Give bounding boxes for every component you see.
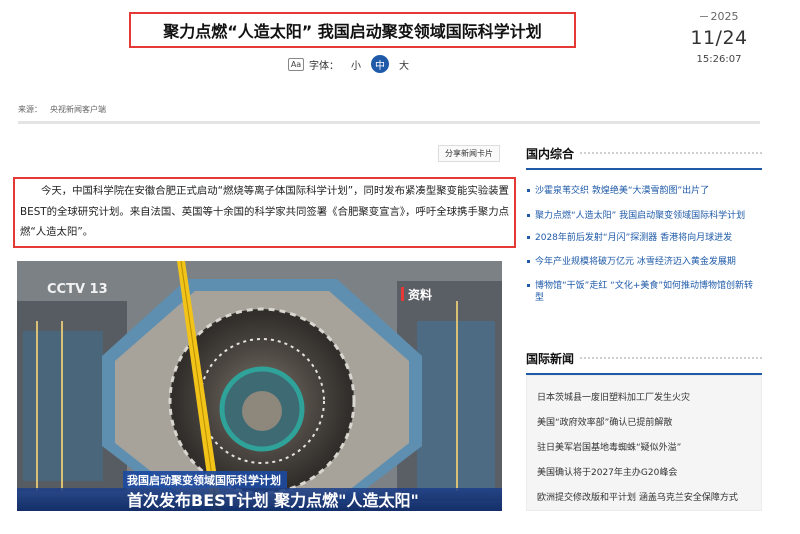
article-source: 来源： 央视新闻客户端 [18, 104, 106, 115]
sidebar-domestic-title: 国内综合 [526, 146, 575, 161]
publish-day: 11/24 [690, 27, 748, 49]
list-item[interactable]: 美国确认将于2027年主办G20峰会 [537, 467, 751, 479]
title-dotted-rule [580, 357, 762, 359]
title-dotted-rule [580, 152, 762, 154]
sidebar-international: 国际新闻 日本茨城县一废旧塑料加工厂发生火灾 美国“政府效率部”确认已提前解散 … [526, 348, 762, 511]
font-size-small[interactable]: 小 [351, 57, 361, 72]
year-dash-icon [699, 16, 708, 17]
tag-marker-icon [401, 287, 404, 301]
publish-year: 2025 [710, 10, 739, 23]
header-divider [18, 121, 760, 124]
lead-highlight-box: 今天，中国科学院在安徽合肥正式启动“燃烧等离子体国际科学计划”，同时发布紧凑型聚… [13, 177, 516, 248]
list-item[interactable]: 今年产业规模将破万亿元 冰雪经济迈入黄金发展期 [526, 256, 762, 268]
article-title: 聚力点燃“人造太阳” 我国启动聚变领域国际科学计划 [163, 22, 542, 41]
article-image: CCTV 13 资料 我国启动聚变领域国际科学计划 首次发布BEST计划 聚力点… [17, 261, 502, 511]
caption-small: 我国启动聚变领域国际科学计划 [127, 473, 281, 487]
font-size-large[interactable]: 大 [399, 57, 409, 72]
list-item[interactable]: 博物馆“干饭”走红 “文化+美食”如何推动博物馆创新转型 [526, 280, 762, 304]
font-size-icon: Aa [288, 57, 304, 71]
domestic-news-list: 沙霍泉苇交织 敦煌绝美“大漠雪韵图”出片了 聚力点燃“人造太阳” 我国启动聚变领… [526, 185, 762, 304]
article-lead: 今天，中国科学院在安徽合肥正式启动“燃烧等离子体国际科学计划”，同时发布紧凑型聚… [20, 185, 510, 238]
image-tag: 资料 [408, 287, 432, 302]
list-item[interactable]: 驻日美军岩国基地毒蜘蛛“疑似外溢” [537, 442, 751, 454]
fusion-site-photo: CCTV 13 资料 我国启动聚变领域国际科学计划 首次发布BEST计划 聚力点… [17, 261, 502, 511]
list-item[interactable]: 2028年前后发射“月闪”探测器 香港将向月球进发 [526, 232, 762, 244]
source-label: 来源： [18, 105, 42, 114]
caption-big: 首次发布BEST计划 聚力点燃"人造太阳" [127, 491, 419, 510]
international-news-box: 日本茨城县一废旧塑料加工厂发生火灾 美国“政府效率部”确认已提前解散 驻日美军岩… [526, 375, 762, 511]
share-news-card-button[interactable]: 分享新闻卡片 [438, 145, 500, 162]
list-item[interactable]: 日本茨城县一废旧塑料加工厂发生火灾 [537, 392, 751, 404]
list-item[interactable]: 美国“政府效率部”确认已提前解散 [537, 417, 751, 429]
list-item[interactable]: 聚力点燃“人造太阳” 我国启动聚变领域国际科学计划 [526, 210, 762, 222]
international-news-list: 日本茨城县一废旧塑料加工厂发生火灾 美国“政府效率部”确认已提前解散 驻日美军岩… [537, 392, 751, 504]
font-size-label: 字体： [309, 60, 339, 72]
sidebar-rule [526, 168, 762, 170]
source-value: 央视新闻客户端 [50, 105, 106, 114]
list-item[interactable]: 沙霍泉苇交织 敦煌绝美“大漠雪韵图”出片了 [526, 185, 762, 197]
publish-date: 2025 11/24 15:26:07 [686, 10, 752, 65]
sidebar-international-title: 国际新闻 [526, 351, 575, 366]
publish-time: 15:26:07 [696, 54, 742, 65]
headline-highlight-box: 聚力点燃“人造太阳” 我国启动聚变领域国际科学计划 [129, 12, 576, 48]
sidebar-domestic: 国内综合 沙霍泉苇交织 敦煌绝美“大漠雪韵图”出片了 聚力点燃“人造太阳” 我国… [526, 143, 762, 304]
cctv-logo: CCTV 13 [47, 282, 108, 297]
list-item[interactable]: 欧洲提交修改版和平计划 涵盖乌克兰安全保障方式 [537, 492, 751, 504]
font-size-medium[interactable]: 中 [371, 55, 389, 73]
font-size-selector: Aa 字体： 小 中 大 [288, 54, 419, 74]
